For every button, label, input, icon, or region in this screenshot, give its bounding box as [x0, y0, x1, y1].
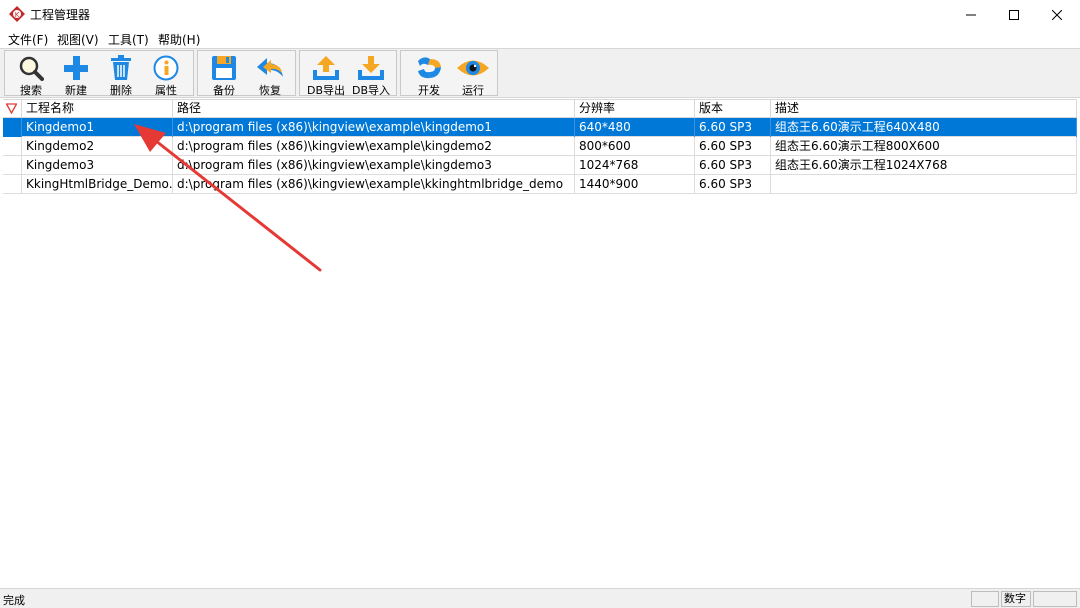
column-header-path[interactable]: 路径 — [173, 100, 575, 118]
resolution-cell: 800*600 — [575, 137, 695, 156]
menu-bar: 文件(F) 视图(V) 工具(T) 帮助(H) — [0, 29, 1080, 48]
new-button[interactable]: 新建 — [54, 53, 98, 97]
properties-label: 属性 — [155, 84, 177, 97]
trash-icon — [111, 55, 131, 80]
project-name-cell: Kingdemo3 — [22, 156, 173, 175]
db-export-button[interactable]: DB导出 — [304, 53, 348, 97]
description-cell: 组态王6.60演示工程800X600 — [771, 137, 1077, 156]
project-path-cell: d:\program files (x86)\kingview\example\… — [173, 137, 575, 156]
close-icon — [1052, 9, 1062, 20]
maximize-button[interactable] — [991, 0, 1037, 29]
svg-text:K: K — [15, 11, 20, 19]
project-path-cell: d:\program files (x86)\kingview\example\… — [173, 118, 575, 137]
project-path-cell: d:\program files (x86)\kingview\example\… — [173, 175, 575, 194]
delete-button[interactable]: 删除 — [99, 53, 143, 97]
status-panel-caps — [971, 591, 999, 607]
toolbar: 搜索 新建 删除 属性 备份 恢复 DB导出 DB导入 开发 运行 — [0, 48, 1080, 98]
search-label: 搜索 — [20, 84, 42, 97]
version-cell: 6.60 SP3 — [695, 156, 771, 175]
row-marker-cell — [3, 175, 22, 194]
list-header: 工程名称 路径 分辨率 版本 描述 — [3, 99, 1077, 118]
restore-button[interactable]: 恢复 — [248, 53, 292, 97]
status-text: 完成 — [3, 594, 25, 607]
row-marker-cell — [3, 156, 22, 175]
delete-label: 删除 — [110, 84, 132, 97]
run-button[interactable]: 运行 — [451, 53, 495, 97]
menu-file[interactable]: 文件(F) — [8, 31, 48, 48]
menu-tools[interactable]: 工具(T) — [108, 31, 149, 48]
info-icon — [153, 55, 179, 81]
window-title: 工程管理器 — [30, 8, 91, 22]
filter-triangle-icon — [5, 103, 18, 115]
menu-view[interactable]: 视图(V) — [57, 31, 99, 48]
table-row[interactable]: KkingHtmlBridge_Demo... d:\program files… — [3, 175, 1077, 194]
table-row[interactable]: Kingdemo3 d:\program files (x86)\kingvie… — [3, 156, 1077, 175]
description-cell — [771, 175, 1077, 194]
plus-icon — [64, 56, 88, 80]
run-label: 运行 — [462, 84, 484, 97]
header-marker-cell — [3, 100, 22, 118]
status-panel-num: 数字 — [1001, 591, 1031, 607]
floppy-disk-icon — [212, 56, 236, 80]
eye-icon — [457, 60, 489, 76]
column-header-resolution[interactable]: 分辨率 — [575, 100, 695, 118]
properties-button[interactable]: 属性 — [144, 53, 188, 97]
db-import-button[interactable]: DB导入 — [349, 53, 393, 97]
version-cell: 6.60 SP3 — [695, 175, 771, 194]
project-list[interactable]: 工程名称 路径 分辨率 版本 描述 Kingdemo1 d:\program f… — [0, 99, 1080, 587]
menu-help[interactable]: 帮助(H) — [158, 31, 200, 48]
db-import-label: DB导入 — [351, 84, 391, 97]
toolbar-group-edit: 搜索 新建 删除 属性 — [4, 50, 194, 97]
close-button[interactable] — [1034, 0, 1080, 29]
develop-label: 开发 — [418, 84, 440, 97]
toolbar-group-db: DB导出 DB导入 — [299, 50, 397, 97]
resolution-cell: 1440*900 — [575, 175, 695, 194]
column-header-description[interactable]: 描述 — [771, 100, 1077, 118]
column-header-version[interactable]: 版本 — [695, 100, 771, 118]
backup-button[interactable]: 备份 — [202, 53, 246, 97]
table-row[interactable]: Kingdemo1 d:\program files (x86)\kingvie… — [3, 118, 1077, 137]
status-bar: 完成 数字 — [0, 588, 1080, 608]
search-icon — [19, 56, 44, 81]
download-icon — [358, 56, 384, 80]
description-cell: 组态王6.60演示工程640X480 — [771, 118, 1077, 137]
resolution-cell: 1024*768 — [575, 156, 695, 175]
row-marker-cell — [3, 118, 22, 137]
project-name-cell: KkingHtmlBridge_Demo... — [22, 175, 173, 194]
toolbar-group-backup: 备份 恢复 — [197, 50, 296, 97]
minimize-icon — [966, 14, 976, 15]
resolution-cell: 640*480 — [575, 118, 695, 137]
status-panel-scroll — [1033, 591, 1077, 607]
version-cell: 6.60 SP3 — [695, 118, 771, 137]
toolbar-group-run: 开发 运行 — [400, 50, 498, 97]
project-name-cell: Kingdemo1 — [22, 118, 173, 137]
project-name-cell: Kingdemo2 — [22, 137, 173, 156]
app-logo-icon: K — [9, 6, 25, 22]
column-header-name[interactable]: 工程名称 — [22, 100, 173, 118]
develop-button[interactable]: 开发 — [407, 53, 451, 97]
restore-label: 恢复 — [259, 84, 281, 97]
db-export-label: DB导出 — [306, 84, 346, 97]
table-row[interactable]: Kingdemo2 d:\program files (x86)\kingvie… — [3, 137, 1077, 156]
version-cell: 6.60 SP3 — [695, 137, 771, 156]
backup-label: 备份 — [213, 84, 235, 97]
maximize-icon — [1009, 9, 1019, 20]
project-path-cell: d:\program files (x86)\kingview\example\… — [173, 156, 575, 175]
title-bar: K 工程管理器 — [0, 0, 1080, 29]
new-label: 新建 — [65, 84, 87, 97]
undo-arrow-icon — [257, 58, 283, 77]
upload-icon — [313, 56, 339, 80]
minimize-button[interactable] — [948, 0, 994, 29]
row-marker-cell — [3, 137, 22, 156]
search-button[interactable]: 搜索 — [9, 53, 53, 97]
description-cell: 组态王6.60演示工程1024X768 — [771, 156, 1077, 175]
develop-icon — [418, 57, 441, 79]
